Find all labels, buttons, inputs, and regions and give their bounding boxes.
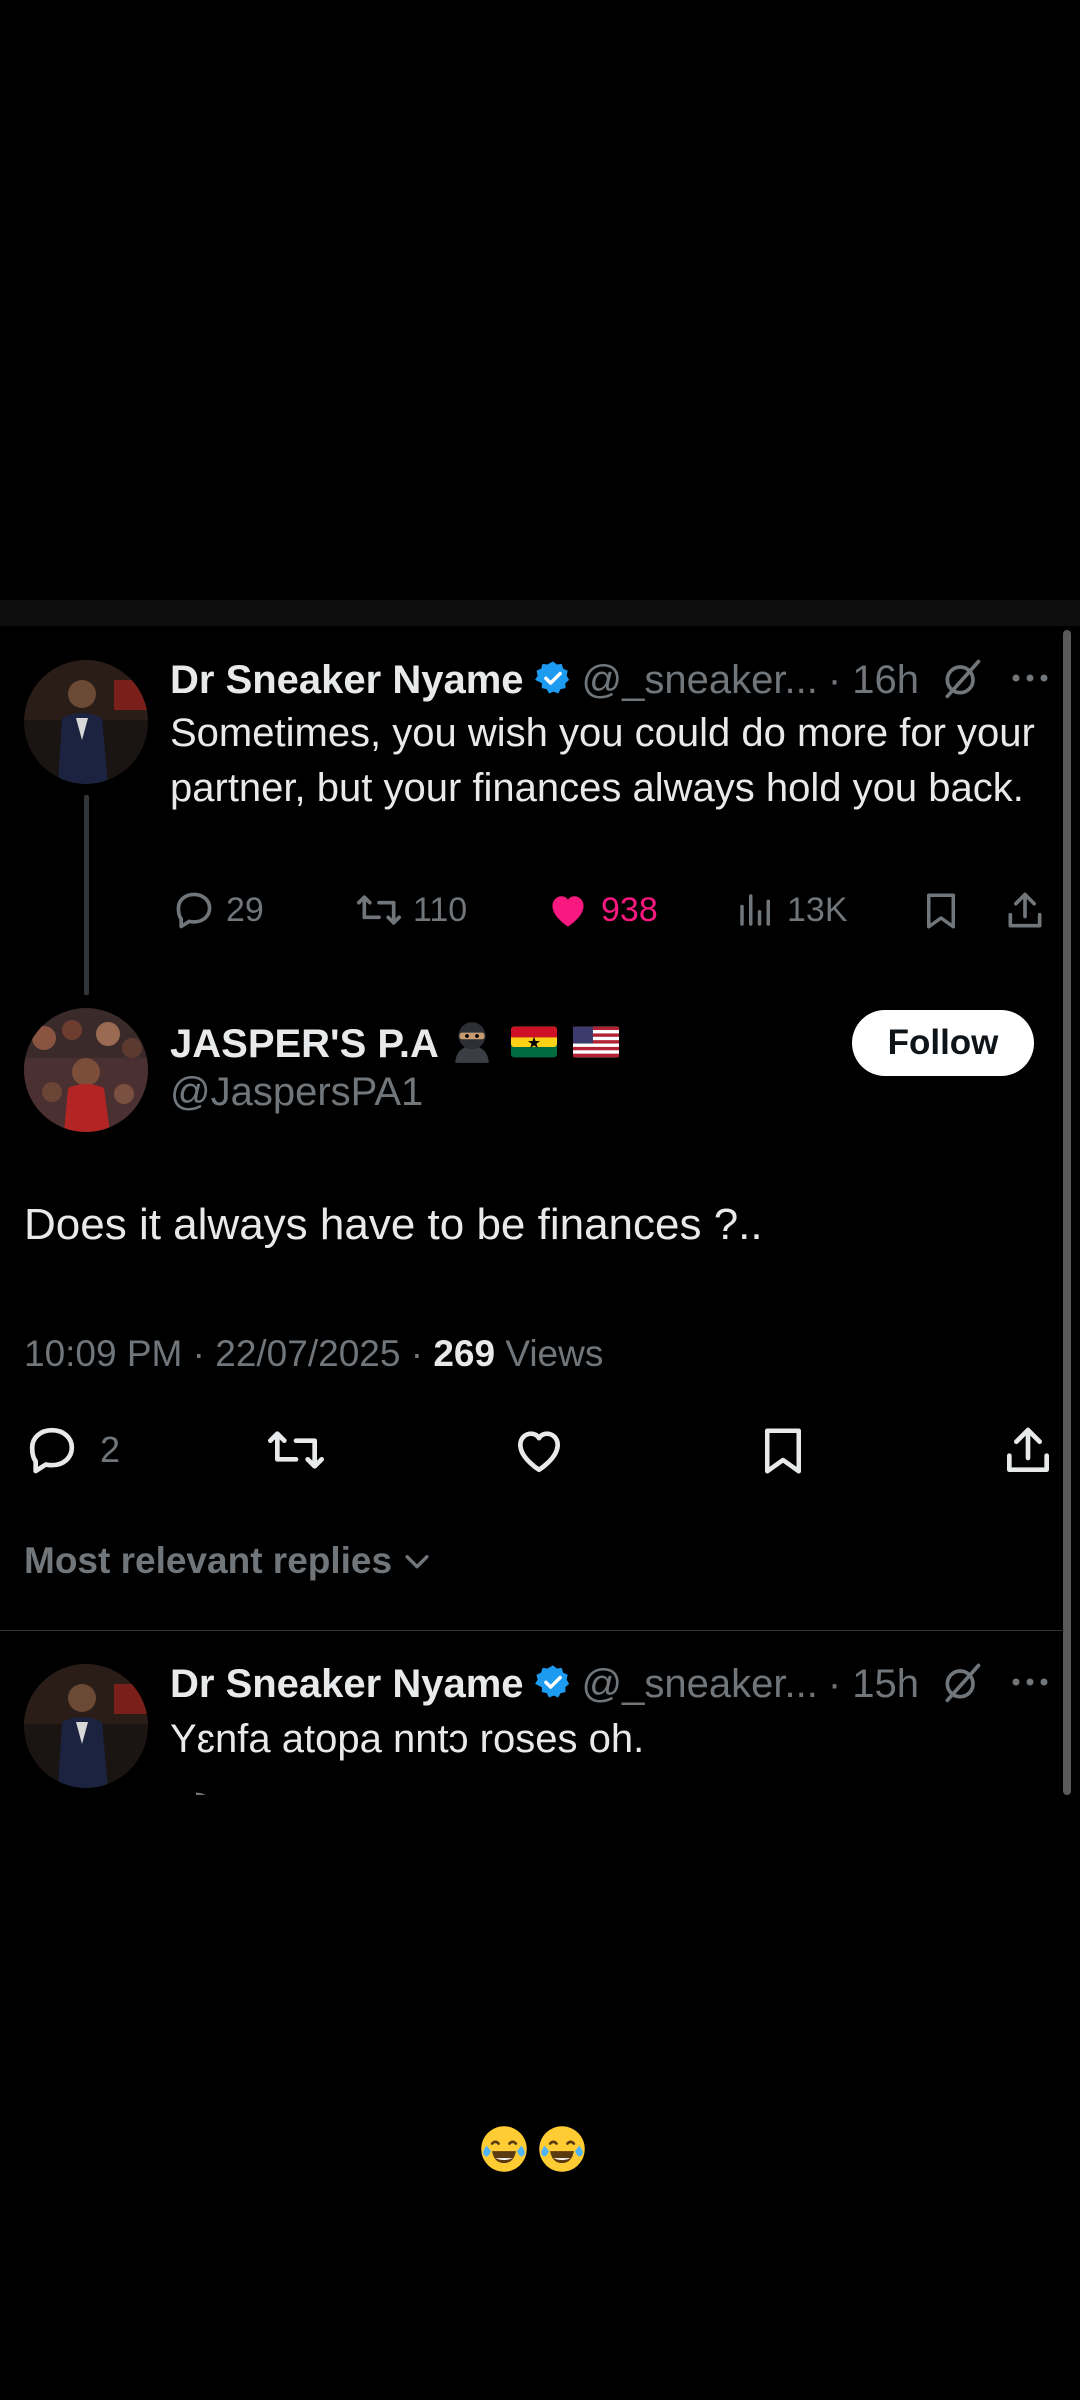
like-count: 938 — [601, 890, 658, 929]
reply-count: 2 — [100, 1429, 121, 1470]
reply-stat[interactable]: 29 — [172, 888, 264, 932]
author-name[interactable]: JASPER'S P.A — [170, 1022, 439, 1067]
reply-count: 29 — [226, 890, 264, 929]
tweet-time: · 16h — [827, 657, 920, 702]
avatar-jaspers-pa[interactable] — [24, 1008, 148, 1132]
tears-of-joy-icon — [481, 2126, 527, 2172]
tweet-text: Does it always have to be finances ?.. — [24, 1200, 763, 1249]
top-strip — [0, 600, 1080, 626]
views-label: Views — [495, 1333, 604, 1374]
repost-stat[interactable]: 110 — [355, 888, 467, 932]
author-handle: @_sneaker... — [581, 1661, 818, 1706]
tweet-text: Yɛnfa atopa nntɔ roses oh. — [170, 1717, 645, 1761]
reply-icon[interactable] — [174, 1788, 218, 1795]
reply-icon — [176, 892, 212, 929]
tears-of-joy-icon — [539, 2126, 585, 2172]
tweet-timestamp[interactable]: 10:09 PM · 22/07/2025 · — [24, 1333, 433, 1374]
tweet-meta: 10:09 PM · 22/07/2025 · 269 Views — [24, 1333, 603, 1375]
views-number: 269 — [433, 1333, 496, 1374]
repost-count: 110 — [413, 890, 468, 929]
author-handle: @_sneaker... — [581, 657, 818, 702]
divider — [0, 1630, 1064, 1631]
follow-button[interactable]: Follow — [852, 1010, 1034, 1076]
chevron-down-icon — [405, 1555, 429, 1569]
tweet-time: · 15h — [827, 1661, 920, 1706]
author-name[interactable]: Dr Sneaker Nyame — [170, 1662, 524, 1707]
views-stat[interactable]: 13K — [735, 888, 848, 932]
avatar-dr-sneaker-nyame[interactable] — [24, 660, 148, 784]
reply-tweet[interactable]: Dr Sneaker Nyame @_sneaker... · 15h Yɛnf… — [0, 1640, 1064, 1795]
views-count: 13K — [787, 890, 848, 929]
main-author-row: JASPER'S P.A — [170, 1016, 619, 1072]
bookmark-icon[interactable] — [920, 1790, 962, 1795]
avatar-dr-sneaker-nyame[interactable] — [24, 1664, 148, 1788]
share-icon[interactable] — [1003, 888, 1047, 939]
reply-header: Dr Sneaker Nyame @_sneaker... · 15h — [170, 1656, 919, 1712]
more-options-icon[interactable] — [1008, 660, 1052, 701]
grok-icon[interactable] — [940, 656, 984, 705]
reply-stat[interactable]: 2 — [24, 1422, 120, 1478]
repost-icon[interactable] — [265, 1422, 327, 1483]
like-stat[interactable]: 938 — [545, 888, 658, 932]
reply-icon — [29, 1427, 75, 1474]
analytics-icon — [740, 894, 770, 926]
parent-header: Dr Sneaker Nyame @_sneaker... · 16h — [170, 652, 1050, 708]
share-icon[interactable] — [1000, 1422, 1056, 1485]
tweet-text: Sometimes, you wish you could do more fo… — [170, 711, 1035, 810]
replies-filter[interactable]: Most relevant replies — [24, 1540, 434, 1582]
ninja-emoji-icon — [447, 1017, 497, 1072]
thread-line — [84, 795, 89, 995]
verified-badge-icon — [534, 659, 572, 702]
usa-flag-icon — [572, 1026, 619, 1063]
scrollbar[interactable] — [1063, 630, 1071, 1795]
verified-badge-icon — [534, 1663, 572, 1706]
ghana-flag-icon — [510, 1026, 557, 1063]
author-name[interactable]: Dr Sneaker Nyame — [170, 658, 524, 703]
replies-filter-label: Most relevant replies — [24, 1540, 393, 1581]
bookmark-icon[interactable] — [920, 888, 962, 939]
like-icon[interactable] — [510, 1422, 568, 1483]
bookmark-icon[interactable] — [756, 1422, 810, 1485]
more-options-icon[interactable] — [1008, 1664, 1052, 1705]
repost-icon — [357, 895, 401, 925]
heart-filled-icon — [552, 896, 584, 927]
caption-emoji: 😂😂 — [478, 2123, 602, 2183]
author-handle: @JaspersPA1 — [170, 1070, 424, 1114]
grok-icon[interactable] — [940, 1660, 984, 1709]
